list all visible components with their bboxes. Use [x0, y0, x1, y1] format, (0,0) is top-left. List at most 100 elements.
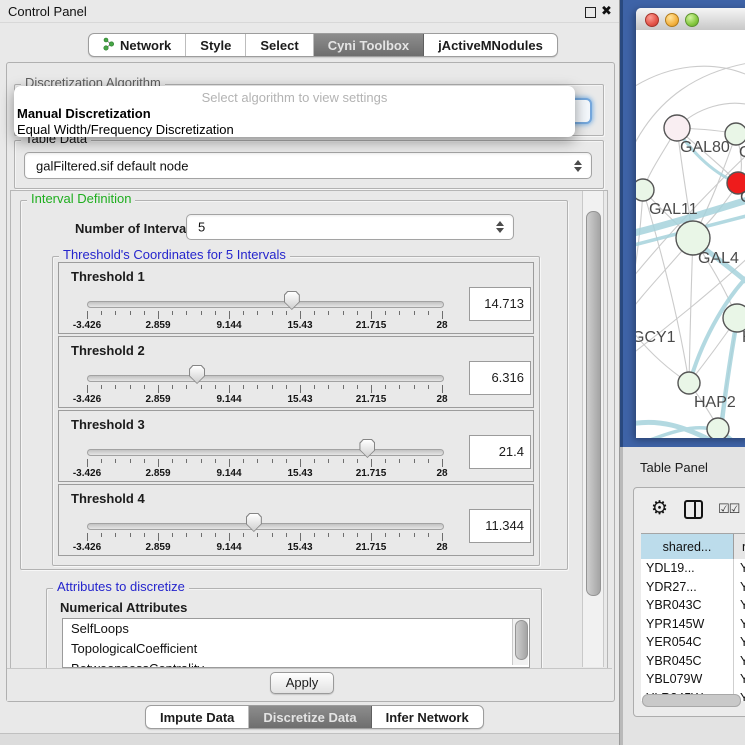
settings-vertical-scrollbar-thumb[interactable]: [586, 211, 601, 596]
slider-tick-label: 9.144: [216, 320, 241, 331]
threshold-4-slider-thumb[interactable]: [246, 513, 262, 532]
numerical-attributes-list[interactable]: SelfLoopsTopologicalCoefficientBetweenne…: [62, 618, 530, 668]
slider-tick-label: 9.144: [216, 394, 241, 405]
table-row[interactable]: YER054CYER0: [641, 633, 745, 652]
settings-vertical-scrollbar[interactable]: [582, 191, 604, 667]
network-node-label: GAL80: [680, 139, 730, 156]
window-minimize-traffic-light[interactable]: [665, 13, 679, 27]
close-icon[interactable]: ✖: [601, 3, 612, 19]
attributes-list-scrollbar[interactable]: [512, 619, 528, 665]
slider-tick-label: -3.426: [73, 320, 101, 331]
network-node-label: GAL4: [698, 250, 739, 267]
tab-infer-network-label: Infer Network: [386, 710, 469, 725]
control-panel-titlebar: Control Panel ✖: [0, 0, 619, 23]
table-panel-title: Table Panel: [640, 460, 708, 475]
table-cell-shared-name[interactable]: YDL19...: [641, 559, 734, 578]
number-of-intervals-combobox[interactable]: 5: [186, 214, 514, 240]
threshold-2-slider-thumb[interactable]: [189, 365, 205, 384]
table-row[interactable]: YDL19...YDL1: [641, 559, 745, 578]
window-zoom-traffic-light[interactable]: [685, 13, 699, 27]
table-horizontal-scrollbar[interactable]: [642, 694, 741, 707]
threshold-3-panel: Threshold 3 -3.4262.8599.14415.4321.7152…: [58, 410, 534, 482]
threshold-3-slider-thumb[interactable]: [359, 439, 375, 458]
table-cell-name[interactable]: YBR0: [734, 652, 745, 671]
table-row[interactable]: YBL079WYBL0: [641, 670, 745, 689]
table-cell-shared-name[interactable]: YBL079W: [641, 670, 734, 689]
threshold-4-value-field[interactable]: 11.344: [469, 509, 531, 543]
table-cell-name[interactable]: YER0: [734, 633, 745, 652]
threshold-1-value-field[interactable]: 14.713: [469, 287, 531, 321]
tab-network[interactable]: Network: [89, 34, 186, 56]
threshold-4-slider[interactable]: -3.4262.8599.14415.4321.71528: [87, 511, 443, 553]
table-row[interactable]: YBR043CYBR0: [641, 596, 745, 615]
tab-jactivemnodules[interactable]: jActiveMNodules: [424, 34, 557, 56]
network-node[interactable]: [707, 418, 729, 438]
apply-button[interactable]: Apply: [270, 672, 334, 694]
threshold-1-slider-thumb[interactable]: [284, 291, 300, 310]
table-cell-name[interactable]: YDL1: [734, 559, 745, 578]
table-cell-name[interactable]: YBR0: [734, 596, 745, 615]
table-cell-shared-name[interactable]: YPR145W: [641, 615, 734, 634]
control-panel: Control Panel ✖ Network Style Se: [0, 0, 620, 745]
network-node[interactable]: [723, 304, 745, 332]
window-close-traffic-light[interactable]: [645, 13, 659, 27]
slider-track[interactable]: [87, 523, 444, 530]
desktop-background: GAL80GACGAL11GAL4GCY1HHAP2: [620, 0, 745, 447]
slider-track[interactable]: [87, 375, 444, 382]
table-row[interactable]: YPR145WYPR1: [641, 615, 745, 634]
table-cell-shared-name[interactable]: YDR27...: [641, 578, 734, 597]
threshold-4-label: Threshold 4: [71, 491, 145, 506]
threshold-3-value-field[interactable]: 21.4: [469, 435, 531, 469]
network-icon: [103, 37, 115, 54]
slider-tick-label: -3.426: [73, 468, 101, 479]
network-node[interactable]: [725, 123, 745, 145]
network-canvas[interactable]: GAL80GACGAL11GAL4GCY1HHAP2: [636, 30, 745, 438]
float-window-icon[interactable]: [585, 7, 596, 18]
slider-track[interactable]: [87, 301, 444, 308]
table-cell-shared-name[interactable]: YER054C: [641, 633, 734, 652]
threshold-2-label: Threshold 2: [71, 343, 145, 358]
table-cell-shared-name[interactable]: YBR045C: [641, 652, 734, 671]
column-header-shared[interactable]: shared...: [641, 534, 734, 559]
dropdown-option-manual-discretization[interactable]: Manual Discretization: [17, 106, 151, 121]
tab-impute-data[interactable]: Impute Data: [146, 706, 249, 728]
attribute-list-item[interactable]: SelfLoops: [63, 619, 529, 639]
attribute-list-item[interactable]: BetweennessCentrality: [63, 659, 529, 668]
attribute-list-item[interactable]: TopologicalCoefficient: [63, 639, 529, 659]
dropdown-hint-item[interactable]: Select algorithm to view settings: [14, 90, 575, 105]
attributes-list-scrollbar-thumb[interactable]: [515, 620, 528, 660]
table-cell-name[interactable]: YBL0: [734, 670, 745, 689]
tab-style[interactable]: Style: [186, 34, 246, 56]
tab-discretize-data[interactable]: Discretize Data: [249, 706, 371, 728]
table-cell-name[interactable]: YPR1: [734, 615, 745, 634]
threshold-2-value-field[interactable]: 6.316: [469, 361, 531, 395]
split-view-icon[interactable]: [684, 500, 703, 519]
control-panel-tabbar: Network Style Select Cyni Toolbox jActiv…: [88, 33, 558, 57]
checkbox-icons[interactable]: ☑☑: [718, 501, 739, 517]
table-cell-shared-name[interactable]: YBR043C: [641, 596, 734, 615]
table-cell-name[interactable]: YDR2: [734, 578, 745, 597]
dropdown-option-equal-width-frequency[interactable]: Equal Width/Frequency Discretization: [17, 122, 234, 137]
table-rows[interactable]: YDL19...YDL1YDR27...YDR2YBR043CYBR0YPR14…: [641, 559, 745, 701]
tab-infer-network[interactable]: Infer Network: [372, 706, 483, 728]
network-node[interactable]: [678, 372, 700, 394]
slider-tick-label: 28: [436, 542, 447, 553]
table-data-combobox[interactable]: galFiltered.sif default node: [24, 152, 592, 179]
tab-cyni-toolbox[interactable]: Cyni Toolbox: [314, 34, 424, 56]
slider-track[interactable]: [87, 449, 444, 456]
threshold-2-slider[interactable]: -3.4262.8599.14415.4321.71528: [87, 363, 443, 405]
network-node[interactable]: [664, 115, 690, 141]
table-row[interactable]: YDR27...YDR2: [641, 578, 745, 597]
gear-icon[interactable]: ⚙: [651, 497, 668, 520]
tab-jactivemnodules-label: jActiveMNodules: [438, 38, 543, 53]
network-window-titlebar[interactable]: [636, 8, 745, 31]
network-window: GAL80GACGAL11GAL4GCY1HHAP2: [636, 8, 745, 438]
threshold-1-slider[interactable]: -3.4262.8599.14415.4321.71528: [87, 289, 443, 331]
tab-select-label: Select: [260, 38, 298, 53]
network-node[interactable]: [636, 179, 654, 201]
column-header-name[interactable]: na: [734, 534, 745, 559]
table-data-combobox-value: galFiltered.sif default node: [36, 158, 188, 173]
table-row[interactable]: YBR045CYBR0: [641, 652, 745, 671]
tab-select[interactable]: Select: [246, 34, 313, 56]
threshold-3-slider[interactable]: -3.4262.8599.14415.4321.71528: [87, 437, 443, 479]
